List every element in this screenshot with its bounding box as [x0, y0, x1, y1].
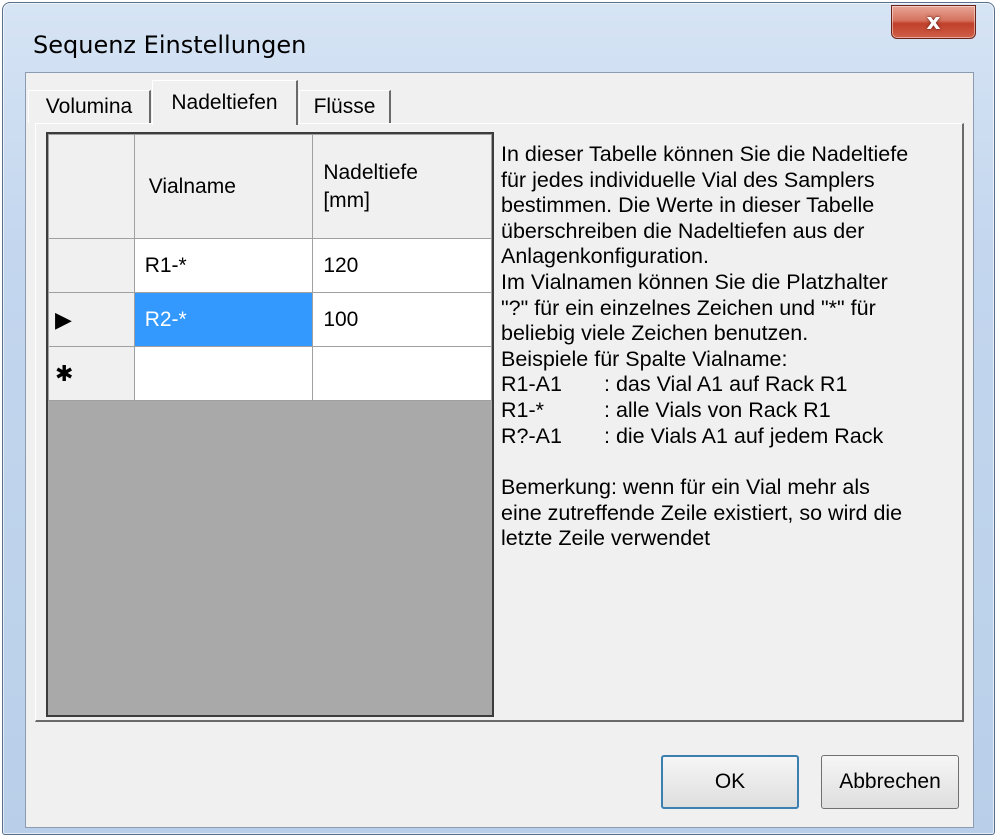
tab-page-nadeltiefen: Vialname Nadeltiefe [mm] R1-* 120 ▶ R2-*…: [35, 123, 964, 722]
cancel-button[interactable]: Abbrechen: [821, 755, 959, 809]
help-line: "?" für ein einzelnes Zeichen und "*" fü…: [501, 295, 876, 320]
example-row: R1-A1 : das Vial A1 auf Rack R1: [501, 372, 961, 398]
new-row-asterisk-icon[interactable]: ✱: [48, 346, 135, 401]
column-header-nadeltiefe[interactable]: Nadeltiefe [mm]: [312, 134, 492, 239]
tab-fluesse[interactable]: Flüsse: [299, 90, 391, 123]
help-line: Beispiele für Spalte Vialname:: [501, 346, 788, 371]
close-button[interactable]: x: [891, 5, 976, 39]
example-meaning: : die Vials A1 auf jedem Rack: [604, 423, 884, 448]
cell-nadeltiefe[interactable]: [312, 346, 492, 401]
window-title: Sequenz Einstellungen: [33, 31, 307, 59]
column-header-vialname[interactable]: Vialname: [133, 134, 314, 239]
current-row-arrow-icon[interactable]: ▶: [48, 292, 135, 347]
grid-header-row: Vialname Nadeltiefe [mm]: [48, 134, 492, 239]
remark-line: Bemerkung: wenn für ein Vial mehr als: [501, 475, 870, 500]
help-line: Im Vialnamen können Sie die Platzhalter: [501, 269, 888, 294]
cell-vialname[interactable]: R2-*: [133, 292, 314, 347]
help-line: Anlagenkonfiguration.: [501, 244, 709, 269]
example-meaning: : das Vial A1 auf Rack R1: [604, 372, 848, 397]
help-line: In dieser Tabelle können Sie die Nadelti…: [501, 142, 909, 166]
column-header-nadeltiefe-label: Nadeltiefe: [323, 160, 418, 184]
tab-nadeltiefen[interactable]: Nadeltiefen: [152, 80, 298, 125]
tab-volumina[interactable]: Volumina: [28, 90, 151, 123]
dialog-window: Sequenz Einstellungen x Volumina Nadelti…: [2, 2, 995, 835]
example-pattern: R?-A1: [501, 423, 562, 448]
dialog-client-area: Volumina Nadeltiefen Flüsse Vialname Nad…: [25, 72, 974, 828]
example-pattern: R1-*: [501, 397, 545, 422]
tab-volumina-label: Volumina: [45, 95, 133, 118]
remark-line: letzte Zeile verwendet: [501, 526, 711, 551]
example-pattern: R1-A1: [501, 372, 562, 397]
cell-nadeltiefe[interactable]: 120: [312, 238, 492, 293]
help-line: für jedes individuelle Vial des Samplers: [501, 167, 875, 192]
column-header-unit-label: [mm]: [323, 188, 370, 212]
help-text: In dieser Tabelle können Sie die Nadelti…: [501, 142, 961, 552]
table-row[interactable]: ▶ R2-* 100: [48, 292, 492, 347]
example-row: R1-* : alle Vials von Rack R1: [501, 398, 961, 424]
row-header[interactable]: [48, 238, 135, 293]
example-row: R?-A1 : die Vials A1 auf jedem Rack: [501, 424, 961, 450]
help-line: beliebig viele Zeichen benutzen.: [501, 321, 809, 346]
example-meaning: : alle Vials von Rack R1: [604, 397, 831, 422]
help-line: bestimmen. Die Werte in dieser Tabelle: [501, 193, 875, 218]
remark-line: eine zutreffende Zeile existiert, so wir…: [501, 500, 903, 525]
cell-vialname[interactable]: [133, 346, 314, 401]
new-row[interactable]: ✱: [48, 346, 492, 401]
ok-button[interactable]: OK: [661, 755, 799, 809]
needle-depth-grid[interactable]: Vialname Nadeltiefe [mm] R1-* 120 ▶ R2-*…: [46, 132, 494, 717]
close-icon: x: [926, 9, 941, 35]
grid-corner-cell[interactable]: [48, 134, 135, 239]
cell-vialname[interactable]: R1-*: [133, 238, 314, 293]
title-bar[interactable]: Sequenz Einstellungen x: [3, 3, 994, 79]
cell-nadeltiefe[interactable]: 100: [312, 292, 492, 347]
tab-nadeltiefen-label: Nadeltiefen: [171, 91, 278, 114]
column-header-vialname-label: Vialname: [148, 174, 236, 198]
table-row[interactable]: R1-* 120: [48, 238, 492, 293]
help-line: überschreiben die Nadeltiefen aus der: [501, 218, 865, 243]
tab-fluesse-label: Flüsse: [313, 95, 376, 118]
